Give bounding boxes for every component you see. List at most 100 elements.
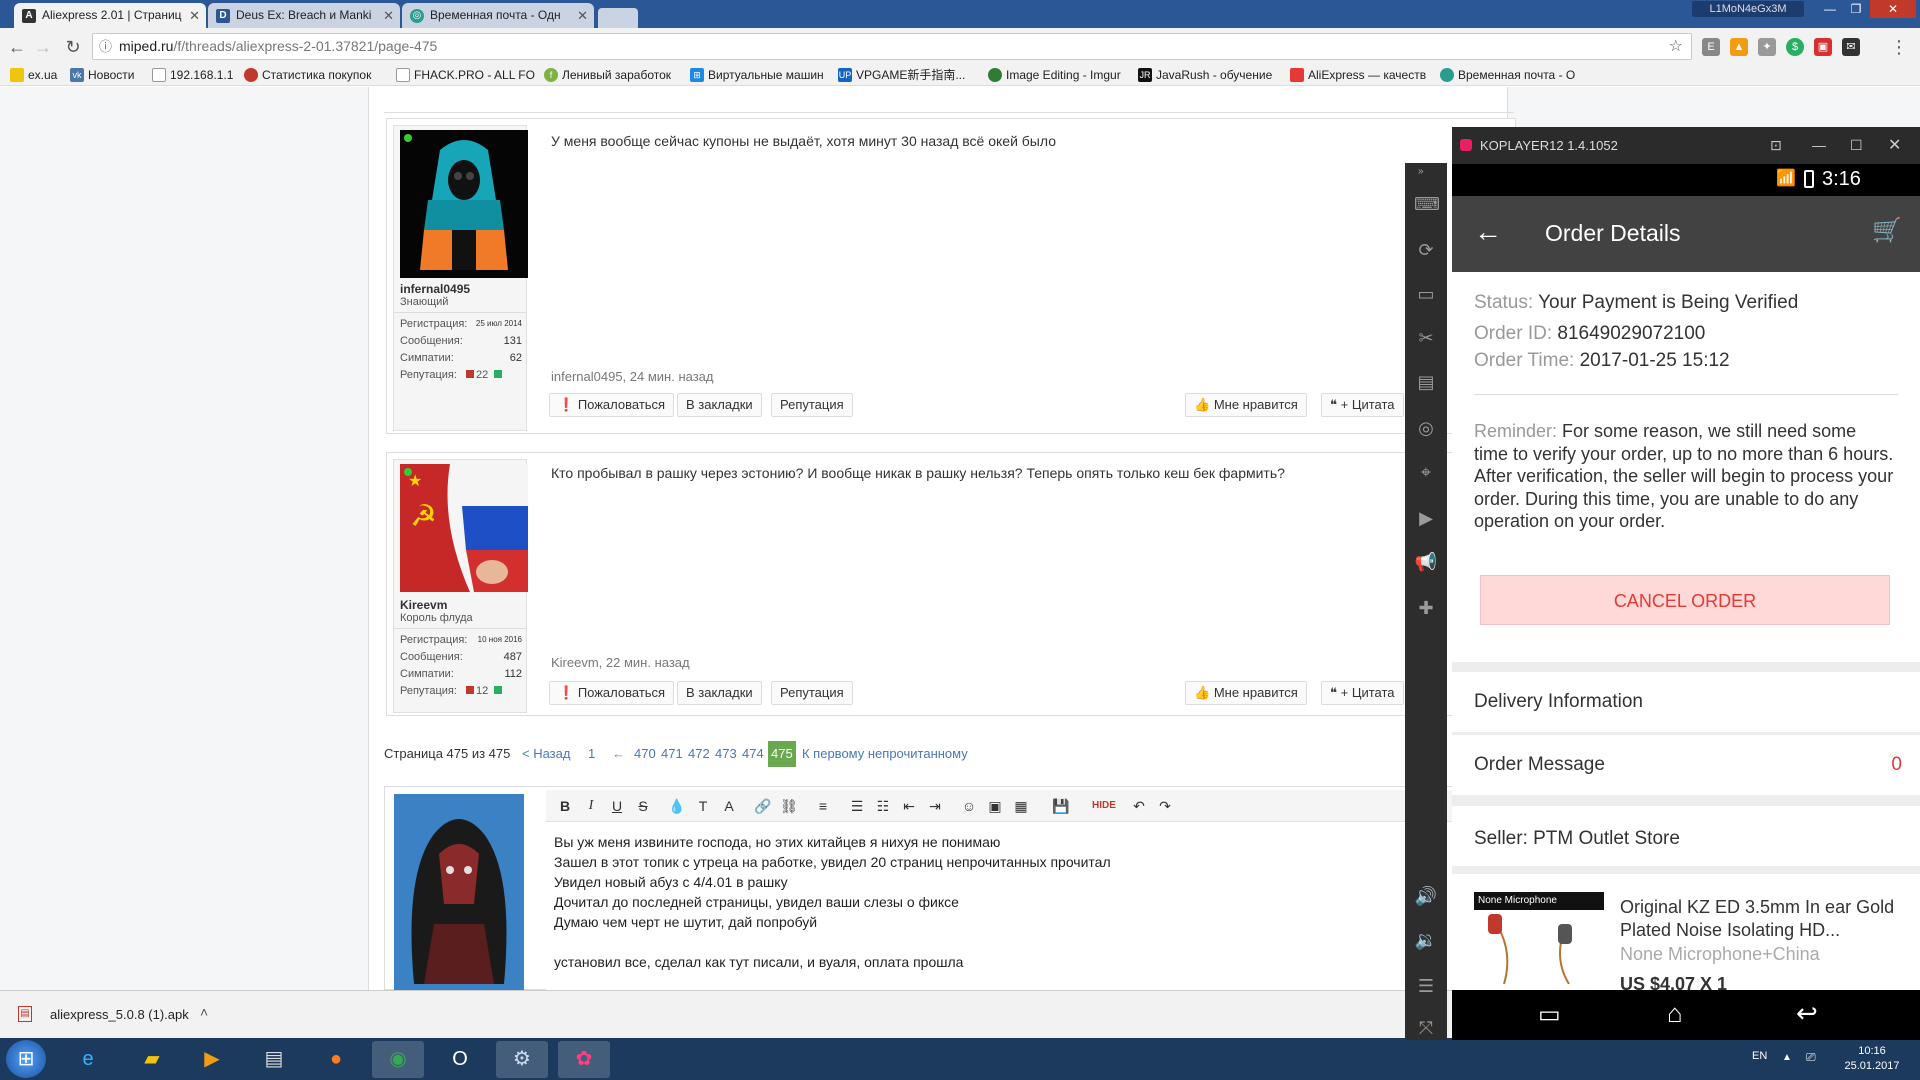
network-icon[interactable]: ⎚ [1806,1050,1816,1065]
star-icon[interactable]: ☆ [1669,34,1683,59]
bookmark-item[interactable]: ex.ua [10,67,57,83]
bookmark-item[interactable]: JR JavaRush - обучение [1138,67,1272,83]
tab-aliexpress[interactable]: A Aliexpress 2.01 | Страниц ✕ [14,3,206,28]
scissors-icon[interactable]: ✂ [1414,326,1438,350]
firefox-icon[interactable]: ● [310,1041,362,1078]
bookmark-item[interactable]: AliExpress — качеств [1290,67,1426,83]
extension-icon[interactable]: E [1702,38,1720,56]
plus-icon[interactable] [494,686,502,694]
expand-sidebar-icon[interactable]: » [1418,166,1424,177]
menu-icon[interactable]: ⋮ [1888,36,1910,58]
smiley-icon[interactable]: ☺ [960,797,978,815]
image-icon[interactable]: ▣ [986,797,1004,815]
minimize-icon[interactable]: — [1812,127,1826,164]
bookmark-item[interactable]: ⊞ Виртуальные машин [690,67,824,83]
forward-icon[interactable]: → [32,36,54,58]
back-nav-icon[interactable]: ↩ [1796,998,1818,1029]
location-icon[interactable]: ⌖ [1414,460,1438,484]
reputation-button[interactable]: Репутация [771,393,853,417]
extension-icon[interactable]: ▣ [1814,38,1832,56]
clock[interactable]: 10:16 25.01.2017 [1842,1044,1902,1074]
close-icon[interactable]: ✕ [1888,127,1901,164]
chrome-icon[interactable]: ◉ [372,1041,424,1078]
bookmark-item[interactable]: Временная почта - О [1440,67,1575,83]
italic-icon[interactable]: I [582,797,600,815]
video-icon[interactable]: ▶ [1414,506,1438,530]
report-button[interactable]: ❗ Пожаловаться [549,393,675,417]
steam-icon[interactable]: ⚙ [496,1041,548,1078]
page-link[interactable]: 1 [588,741,595,767]
product-item[interactable]: None Microphone Original KZ ED 3.5mm In … [1452,874,1920,994]
cart-icon[interactable]: 🛒 [1872,216,1902,245]
numbered-list-icon[interactable]: ☷ [874,797,892,815]
inbox-icon[interactable]: ▤ [1414,370,1438,394]
new-tab-button[interactable] [598,8,638,28]
cancel-order-button[interactable]: CANCEL ORDER [1480,575,1890,625]
dollar-extension-icon[interactable]: $ [1786,38,1804,56]
close-tab-icon[interactable]: ✕ [577,3,588,28]
media-icon[interactable]: ▦ [1012,797,1030,815]
minus-icon[interactable] [466,370,474,378]
start-button-icon[interactable]: ⊞ [6,1040,46,1078]
menu-icon[interactable]: ☰ [1414,974,1438,998]
volume-down-icon[interactable]: 🔉 [1414,928,1438,952]
quote-button[interactable]: ❝ + Цитата [1321,681,1404,705]
quote-button[interactable]: ❝ + Цитата [1321,393,1404,417]
save-draft-icon[interactable]: 💾 [1052,797,1070,815]
home-icon[interactable]: ⌂ [1667,998,1683,1029]
recent-apps-icon[interactable]: ▭ [1538,1000,1561,1029]
extension-icon[interactable]: ✦ [1758,38,1776,56]
page-link[interactable]: 471 [661,741,683,767]
like-button[interactable]: 👍 Мне нравится [1185,681,1307,705]
outdent-icon[interactable]: ⇤ [900,797,918,815]
align-icon[interactable]: ≡ [814,797,832,815]
tab-temp-mail[interactable]: ◎ Временная почта - Одн ✕ [402,3,594,28]
fullscreen-icon[interactable]: ⤧ [1414,1016,1438,1040]
flame-extension-icon[interactable]: ▲ [1730,38,1748,56]
username[interactable]: infernal0495 [400,282,470,296]
bookmark-item[interactable]: Image Editing - Imgur [988,67,1121,83]
unlink-icon[interactable]: ⛓ [780,797,798,815]
maximize-icon[interactable]: ☐ [1850,127,1863,164]
info-icon[interactable]: ⓘ [99,34,112,59]
underline-icon[interactable]: U [608,797,626,815]
page-link[interactable]: 474 [742,741,764,767]
indent-icon[interactable]: ⇥ [926,797,944,815]
pin-icon[interactable]: ⊡ [1770,127,1782,164]
order-message-row[interactable]: Order Message 0 [1452,735,1920,795]
screenshot-icon[interactable]: ▭ [1414,282,1438,306]
prev-page-link[interactable]: < Назад [522,741,570,767]
chevron-up-icon[interactable]: ˄ [200,1004,208,1020]
seller-row[interactable]: Seller: PTM Outlet Store [1452,806,1920,866]
floppy-icon[interactable]: ▤ [248,1041,300,1078]
minus-icon[interactable] [466,686,474,694]
page-link[interactable]: 470 [634,741,656,767]
like-button[interactable]: 👍 Мне нравится [1185,393,1307,417]
avatar[interactable]: ★ ☭ [400,464,528,592]
link-icon[interactable]: 🔗 [754,797,772,815]
post-meta[interactable]: Kireevm, 22 мин. назад [551,655,690,670]
reputation-button[interactable]: Репутация [771,681,853,705]
koplayer-icon[interactable]: ✿ [558,1041,610,1078]
profile-badge[interactable]: L1MoN4eGx3M [1692,1,1804,17]
undo-icon[interactable]: ↶ [1130,797,1148,815]
font-icon[interactable]: A [720,797,738,815]
tray-expand-icon[interactable]: ▲ [1782,1052,1792,1063]
page-link[interactable]: 472 [688,741,710,767]
close-tab-icon[interactable]: ✕ [383,3,394,28]
bookmark-item[interactable]: f Ленивый заработок [544,67,671,83]
page-link[interactable]: 473 [715,741,737,767]
text-color-icon[interactable]: 💧 [668,797,686,815]
post-meta[interactable]: infernal0495, 24 мин. назад [551,369,714,384]
avatar[interactable] [394,794,524,990]
megaphone-icon[interactable]: 📢 [1414,550,1438,574]
folder-icon[interactable]: ▰ [126,1041,178,1078]
reload-icon[interactable]: ↻ [62,36,84,58]
bookmark-item[interactable]: FHACK.PRO - ALL FO [396,67,535,83]
media-player-icon[interactable]: ▶ [186,1041,238,1078]
bookmark-item[interactable]: UP VPGAME新手指南... [838,67,965,83]
address-bar[interactable]: ⓘ miped.ru/f/threads/aliexpress-2-01.378… [92,33,1692,60]
bookmark-item[interactable]: vk Новости [70,67,134,83]
avatar[interactable] [400,130,528,278]
back-icon[interactable]: ← [6,36,28,58]
